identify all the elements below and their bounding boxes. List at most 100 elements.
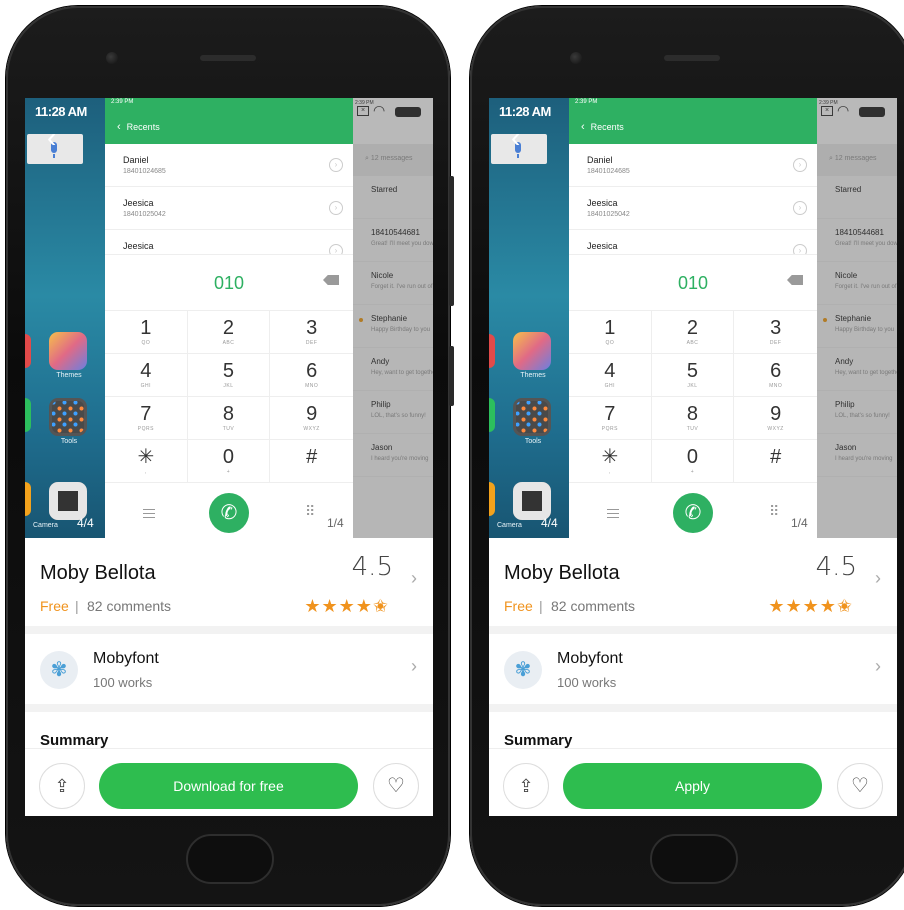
recent-contact[interactable]: Jeesica 18401025042 › xyxy=(569,187,817,230)
recents-title: Recents xyxy=(590,122,624,132)
dial-key[interactable]: 0 + xyxy=(187,439,271,482)
dial-key[interactable]: 2 ABC xyxy=(651,310,735,353)
author-row[interactable]: ✾ Mobyfont 100 works › xyxy=(489,634,897,704)
phone-icon: ✆ xyxy=(220,502,238,524)
keypad-toggle-icon[interactable]: ⠿ xyxy=(769,503,779,520)
info-icon[interactable]: › xyxy=(793,201,807,215)
dial-key[interactable]: 9 WXYZ xyxy=(270,396,353,439)
dial-key[interactable]: 8 TUV xyxy=(187,396,271,439)
key-digit: 6 xyxy=(770,360,782,382)
dialer-preview: 2:39 PM ‹ Recents Daniel 18401024685 › Je… xyxy=(105,98,353,538)
status-time: 2:39 PM xyxy=(111,99,134,105)
dial-key[interactable]: 3 DEF xyxy=(734,310,817,353)
price-label: Free xyxy=(40,598,69,614)
dial-key[interactable]: 5 JKL xyxy=(187,353,271,396)
info-icon[interactable]: › xyxy=(329,158,343,172)
key-letters: ABC xyxy=(222,340,235,346)
divider xyxy=(25,626,433,634)
dial-key[interactable]: 6 MNO xyxy=(734,353,817,396)
camera-label: Camera xyxy=(497,522,522,529)
key-letters: ABC xyxy=(686,340,699,346)
contact-phone: 18401024685 xyxy=(123,168,166,175)
dim-overlay xyxy=(817,98,897,538)
dial-key[interactable]: 5 JKL xyxy=(651,353,735,396)
status-bar: 2:39 PM xyxy=(105,98,353,110)
info-icon[interactable]: › xyxy=(793,158,807,172)
dial-key[interactable]: 8 TUV xyxy=(651,396,735,439)
favorite-button[interactable]: ♡ xyxy=(373,763,419,809)
page-indicator: 4/4 xyxy=(541,516,558,530)
divider xyxy=(25,704,433,712)
rating-score: 4.5 xyxy=(815,552,857,582)
menu-icon[interactable] xyxy=(607,509,619,518)
dial-display: 010 xyxy=(569,254,817,310)
recent-contact[interactable]: Daniel 18401024685 › xyxy=(569,144,817,187)
price-label: Free xyxy=(504,598,533,614)
dial-key[interactable]: 4 GHI xyxy=(105,353,188,396)
key-letters: DEF xyxy=(305,340,318,346)
dialer-actions: ✆ ⠿ xyxy=(105,482,353,538)
key-letters: JKL xyxy=(687,383,698,389)
contact-name: Daniel xyxy=(123,155,149,165)
action-bar: ⇪ Apply ♡ xyxy=(489,748,897,816)
camera-app-icon xyxy=(513,482,551,520)
key-letters: WXYZ xyxy=(303,426,320,432)
author-name: Mobyfont xyxy=(93,650,159,667)
dial-key[interactable]: 0 + xyxy=(651,439,735,482)
key-digit: # xyxy=(770,446,782,468)
share-button[interactable]: ⇪ xyxy=(39,763,85,809)
key-letters: MNO xyxy=(305,383,319,389)
page-indicator: 1/4 xyxy=(327,516,344,530)
dialer-actions: ✆ ⠿ xyxy=(569,482,817,538)
key-digit: ✳ xyxy=(601,446,619,468)
recent-contact[interactable]: Daniel 18401024685 › xyxy=(105,144,353,187)
key-digit: 5 xyxy=(686,360,699,382)
home-screen-preview: 11:28 AM ‹ Themes Tools Camera 4/4 xyxy=(25,98,105,538)
dial-key[interactable]: 7 PQRS xyxy=(569,396,652,439)
author-name: Mobyfont xyxy=(557,650,623,667)
screenshot-carousel[interactable]: 11:28 AM ‹ Themes Tools Camera 4/4 2:39 … xyxy=(489,98,897,538)
dial-key[interactable]: # xyxy=(270,439,353,482)
contact-phone: 18401024685 xyxy=(587,168,630,175)
share-button[interactable]: ⇪ xyxy=(503,763,549,809)
dial-key[interactable]: 6 MNO xyxy=(270,353,353,396)
heart-icon: ♡ xyxy=(851,775,869,797)
key-digit: 7 xyxy=(140,403,152,425)
home-button[interactable] xyxy=(650,834,738,884)
back-chevron-icon: ‹ xyxy=(117,121,121,133)
key-digit: # xyxy=(306,446,318,468)
dial-key[interactable]: # xyxy=(734,439,817,482)
dial-key[interactable]: 2 ABC xyxy=(187,310,271,353)
primary-action-button[interactable]: Download for free xyxy=(99,763,358,809)
call-button[interactable]: ✆ xyxy=(209,493,249,533)
comments-count[interactable]: 82 comments xyxy=(551,598,635,614)
author-row[interactable]: ✾ Mobyfont 100 works › xyxy=(25,634,433,704)
dial-key[interactable]: 3 DEF xyxy=(270,310,353,353)
phone-frame: 11:28 AM ‹ Themes Tools Camera 4/4 2:39 … xyxy=(6,6,454,906)
key-digit: 2 xyxy=(222,317,235,339)
dial-key[interactable]: ✳ , xyxy=(105,439,188,482)
favorite-button[interactable]: ♡ xyxy=(837,763,883,809)
call-button[interactable]: ✆ xyxy=(673,493,713,533)
messages-preview: 2:39 PM × ◠ ⌕ 12 messages Starred 184105… xyxy=(353,98,433,538)
comments-count[interactable]: 82 comments xyxy=(87,598,171,614)
dial-key[interactable]: 7 PQRS xyxy=(105,396,188,439)
dial-key[interactable]: ✳ , xyxy=(569,439,652,482)
dim-overlay xyxy=(353,98,433,538)
screenshot-carousel[interactable]: 11:28 AM ‹ Themes Tools Camera 4/4 2:39 … xyxy=(25,98,433,538)
chevron-right-icon[interactable]: › xyxy=(411,568,417,589)
primary-action-button[interactable]: Apply xyxy=(563,763,822,809)
menu-icon[interactable] xyxy=(143,509,155,518)
info-icon[interactable]: › xyxy=(329,201,343,215)
dial-key[interactable]: 1 QO xyxy=(569,310,652,353)
volume-button xyxy=(449,176,454,306)
dial-key[interactable]: 4 GHI xyxy=(569,353,652,396)
dial-key[interactable]: 9 WXYZ xyxy=(734,396,817,439)
keypad-toggle-icon[interactable]: ⠿ xyxy=(305,503,315,520)
recent-contact[interactable]: Jeesica 18401025042 › xyxy=(105,187,353,230)
heart-icon: ♡ xyxy=(387,775,405,797)
dial-key[interactable]: 1 QO xyxy=(105,310,188,353)
key-letters: GHI xyxy=(140,383,152,389)
chevron-right-icon[interactable]: › xyxy=(875,568,881,589)
home-button[interactable] xyxy=(186,834,274,884)
